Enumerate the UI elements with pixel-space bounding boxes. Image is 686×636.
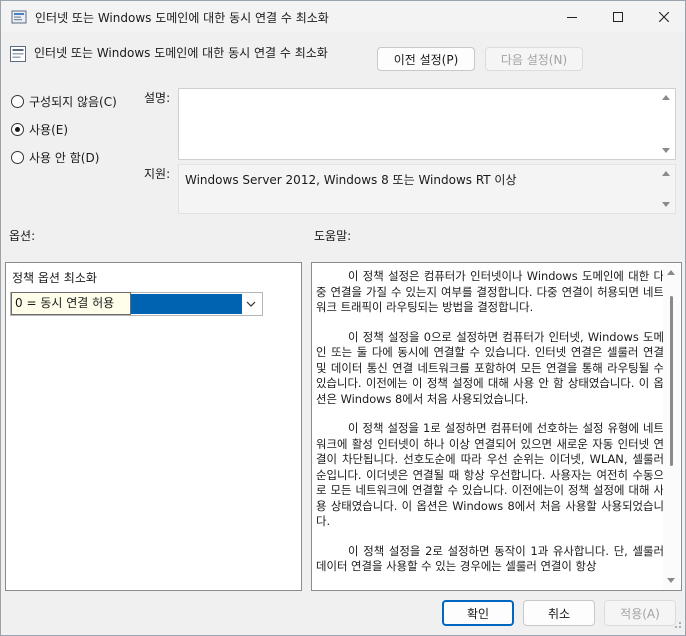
radio-button-enabled[interactable]: [11, 123, 24, 136]
close-icon: [659, 11, 669, 22]
apply-button[interactable]: 적용(A): [604, 600, 676, 626]
scroll-up-icon[interactable]: [662, 171, 670, 176]
help-panel: 이 정책 설정은 컴퓨터가 인터넷이나 Windows 도메인에 대한 다중 연…: [311, 262, 682, 591]
scroll-down-icon[interactable]: [662, 202, 670, 207]
radio-label-not-configured: 구성되지 않음(C): [29, 95, 117, 109]
help-section-label: 도움말:: [314, 229, 352, 243]
title-bar[interactable]: 인터넷 또는 Windows 도메인에 대한 동시 연결 수 최소화: [1, 1, 685, 32]
radio-label-disabled: 사용 안 함(D): [29, 151, 100, 165]
maximize-icon: [613, 11, 623, 22]
chevron-down-icon[interactable]: [246, 298, 256, 312]
radio-button-disabled[interactable]: [11, 151, 24, 164]
policy-dialog: 인터넷 또는 Windows 도메인에 대한 동시 연결 수 최소화 인터넷 또…: [0, 0, 686, 636]
comment-label: 설명:: [144, 91, 171, 105]
policy-title: 인터넷 또는 Windows 도메인에 대한 동시 연결 수 최소화: [34, 46, 328, 60]
help-text: 이 정책 설정은 컴퓨터가 인터넷이나 Windows 도메인에 대한 다중 연…: [316, 269, 664, 589]
minimize-icon: [567, 16, 577, 18]
options-section-label: 옵션:: [9, 229, 36, 243]
scroll-down-icon[interactable]: [667, 578, 675, 583]
previous-setting-button[interactable]: 이전 설정(P): [377, 47, 475, 71]
policy-option-label: 정책 옵션 최소화: [12, 271, 97, 285]
comment-textarea[interactable]: [178, 88, 676, 160]
scroll-up-icon[interactable]: [662, 95, 670, 100]
ok-button[interactable]: 확인: [442, 600, 514, 626]
supported-field: Windows Server 2012, Windows 8 또는 Window…: [178, 164, 676, 214]
cancel-button[interactable]: 취소: [523, 600, 595, 626]
help-paragraph: 이 정책 설정을 1로 설정하면 컴퓨터에 선호하는 설정 유형에 네트워크에 …: [316, 421, 664, 528]
maximize-button[interactable]: [595, 1, 641, 32]
radio-label-enabled: 사용(E): [29, 123, 69, 137]
policy-setting-icon: [9, 45, 27, 63]
scrollbar-thumb[interactable]: [670, 296, 673, 466]
radio-disabled[interactable]: 사용 안 함(D): [11, 149, 99, 166]
help-scrollbar[interactable]: [663, 264, 680, 589]
next-setting-button[interactable]: 다음 설정(N): [485, 47, 583, 71]
dropdown-selected-value: 0 = 동시 연결 허용: [11, 292, 132, 315]
resize-grip-icon[interactable]: [672, 618, 682, 632]
supported-value: Windows Server 2012, Windows 8 또는 Window…: [185, 173, 517, 187]
help-paragraph: 이 정책 설정을 2로 설정하면 동작이 1과 유사합니다. 단, 셀룰러 데이…: [316, 543, 664, 574]
window-title: 인터넷 또는 Windows 도메인에 대한 동시 연결 수 최소화: [35, 11, 329, 25]
scroll-up-icon[interactable]: [667, 270, 675, 275]
policy-app-icon: [11, 9, 27, 25]
close-button[interactable]: [641, 1, 686, 32]
help-paragraph: 이 정책 설정을 0으로 설정하면 컴퓨터가 인터넷, Windows 도메인 …: [316, 329, 664, 406]
help-content-viewport: 이 정책 설정은 컴퓨터가 인터넷이나 Windows 도메인에 대한 다중 연…: [312, 263, 681, 590]
supported-scrollbar[interactable]: [658, 165, 675, 213]
help-paragraph: 이 정책 설정은 컴퓨터가 인터넷이나 Windows 도메인에 대한 다중 연…: [316, 269, 664, 314]
radio-not-configured[interactable]: 구성되지 않음(C): [11, 93, 117, 110]
supported-label: 지원:: [144, 167, 171, 181]
radio-enabled[interactable]: 사용(E): [11, 121, 68, 138]
comment-scrollbar[interactable]: [658, 89, 675, 159]
scroll-down-icon[interactable]: [662, 148, 670, 153]
minimize-button[interactable]: [549, 1, 595, 32]
radio-button-not-configured[interactable]: [11, 95, 24, 108]
